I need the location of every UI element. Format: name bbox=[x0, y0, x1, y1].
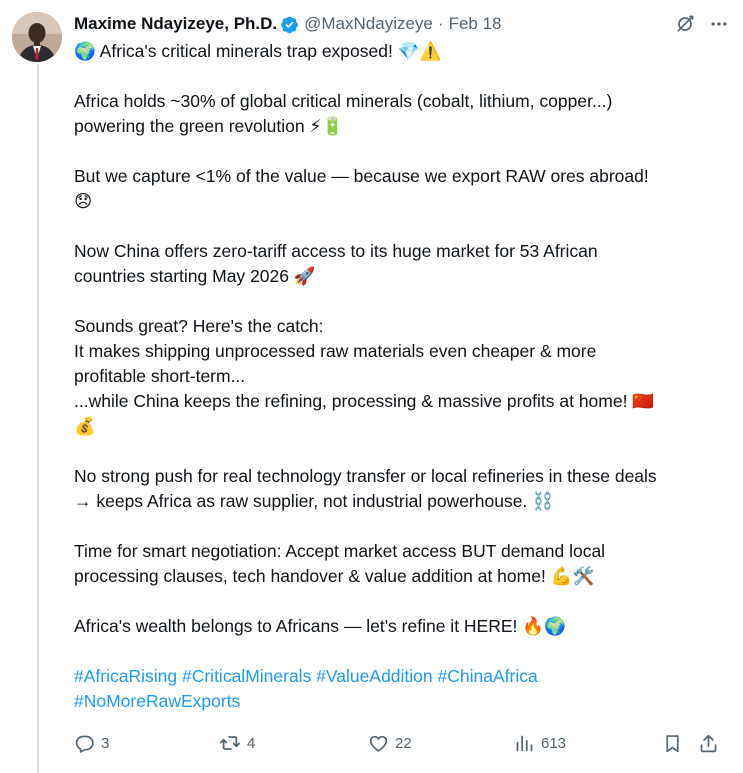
tweet-line: powering the green revolution ⚡🔋 bbox=[74, 116, 344, 136]
tweet-line: processing clauses, tech handover & valu… bbox=[74, 566, 595, 586]
paragraph: No strong push for real technology trans… bbox=[74, 464, 729, 514]
author-handle[interactable]: @MaxNdayizeye bbox=[304, 14, 433, 34]
verified-badge-icon bbox=[280, 15, 299, 34]
hashtag-line: #NoMoreRawExports bbox=[74, 689, 729, 714]
tweet-line: 😞 bbox=[74, 191, 93, 211]
paragraph: Africa holds ~30% of global critical min… bbox=[74, 89, 729, 139]
bookmark-icon bbox=[662, 733, 683, 754]
tweet-line: Africa holds ~30% of global critical min… bbox=[74, 91, 613, 111]
tweet-line: profitable short-term... bbox=[74, 366, 246, 386]
tweet-line: No strong push for real technology trans… bbox=[74, 466, 657, 486]
separator-dot: · bbox=[437, 14, 444, 33]
avatar[interactable] bbox=[12, 12, 62, 62]
author-name[interactable]: Maxime Ndayizeye, Ph.D. bbox=[74, 14, 277, 34]
paragraph: But we capture <1% of the value — becaus… bbox=[74, 164, 729, 214]
tweet-date[interactable]: Feb 18 bbox=[449, 14, 502, 34]
hashtag-link[interactable]: #NoMoreRawExports bbox=[74, 691, 240, 711]
share-icon bbox=[698, 733, 719, 754]
header-actions bbox=[675, 11, 729, 37]
reply-count: 3 bbox=[101, 734, 110, 752]
like-count: 22 bbox=[395, 734, 412, 752]
hashtag-line: #AfricaRising #CriticalMinerals #ValueAd… bbox=[74, 664, 729, 689]
like-icon bbox=[368, 733, 389, 754]
tweet-line: But we capture <1% of the value — becaus… bbox=[74, 166, 649, 186]
tweet-line: Africa's wealth belongs to Africans — le… bbox=[74, 616, 566, 636]
repost-count: 4 bbox=[247, 734, 256, 752]
hashtag-link[interactable]: #AfricaRising bbox=[74, 666, 177, 686]
reply-icon bbox=[74, 733, 95, 754]
share-button[interactable] bbox=[698, 728, 719, 758]
tweet-line: It makes shipping unprocessed raw materi… bbox=[74, 341, 597, 361]
hashtags: #AfricaRising #CriticalMinerals #ValueAd… bbox=[74, 664, 729, 714]
tweet-line: → keeps Africa as raw supplier, not indu… bbox=[74, 491, 554, 511]
reply-button[interactable]: 3 bbox=[74, 728, 109, 758]
tweet-line: Sounds great? Here's the catch: bbox=[74, 316, 324, 336]
paragraph: Africa's wealth belongs to Africans — le… bbox=[74, 614, 729, 639]
thread-line bbox=[37, 64, 39, 773]
repost-icon bbox=[219, 732, 241, 754]
views-button[interactable]: 613 bbox=[514, 728, 566, 758]
tweet-line: 💰 bbox=[74, 416, 96, 436]
like-button[interactable]: 22 bbox=[368, 728, 412, 758]
hashtag-link[interactable]: #ChinaAfrica bbox=[438, 666, 538, 686]
bookmark-button[interactable] bbox=[662, 728, 683, 758]
paragraph: Now China offers zero-tariff access to i… bbox=[74, 239, 729, 289]
hashtag-link[interactable]: #CriticalMinerals bbox=[182, 666, 311, 686]
tweet-line: Time for smart negotiation: Accept marke… bbox=[74, 541, 606, 561]
views-icon bbox=[514, 733, 535, 754]
paragraph: 🌍 Africa's critical minerals trap expose… bbox=[74, 39, 729, 64]
avatar-image bbox=[12, 12, 62, 62]
repost-button[interactable]: 4 bbox=[219, 728, 255, 758]
hashtag-link[interactable]: #ValueAddition bbox=[316, 666, 432, 686]
tweet-line: 🌍 Africa's critical minerals trap expose… bbox=[74, 41, 442, 61]
action-bar: 3 4 22 613 bbox=[74, 728, 726, 758]
paragraph: Time for smart negotiation: Accept marke… bbox=[74, 539, 729, 589]
views-count: 613 bbox=[541, 734, 567, 752]
paragraph: Sounds great? Here's the catch: It makes… bbox=[74, 314, 729, 439]
more-icon[interactable] bbox=[709, 14, 729, 34]
tweet-line: Now China offers zero-tariff access to i… bbox=[74, 241, 598, 261]
tweet-line: ...while China keeps the refining, proce… bbox=[74, 391, 655, 411]
tweet-line: countries starting May 2026 🚀 bbox=[74, 266, 316, 286]
grok-icon[interactable] bbox=[675, 14, 695, 34]
tweet-header: Maxime Ndayizeye, Ph.D. @MaxNdayizeye · … bbox=[74, 11, 729, 37]
tweet-body: 🌍 Africa's critical minerals trap expose… bbox=[74, 39, 729, 714]
